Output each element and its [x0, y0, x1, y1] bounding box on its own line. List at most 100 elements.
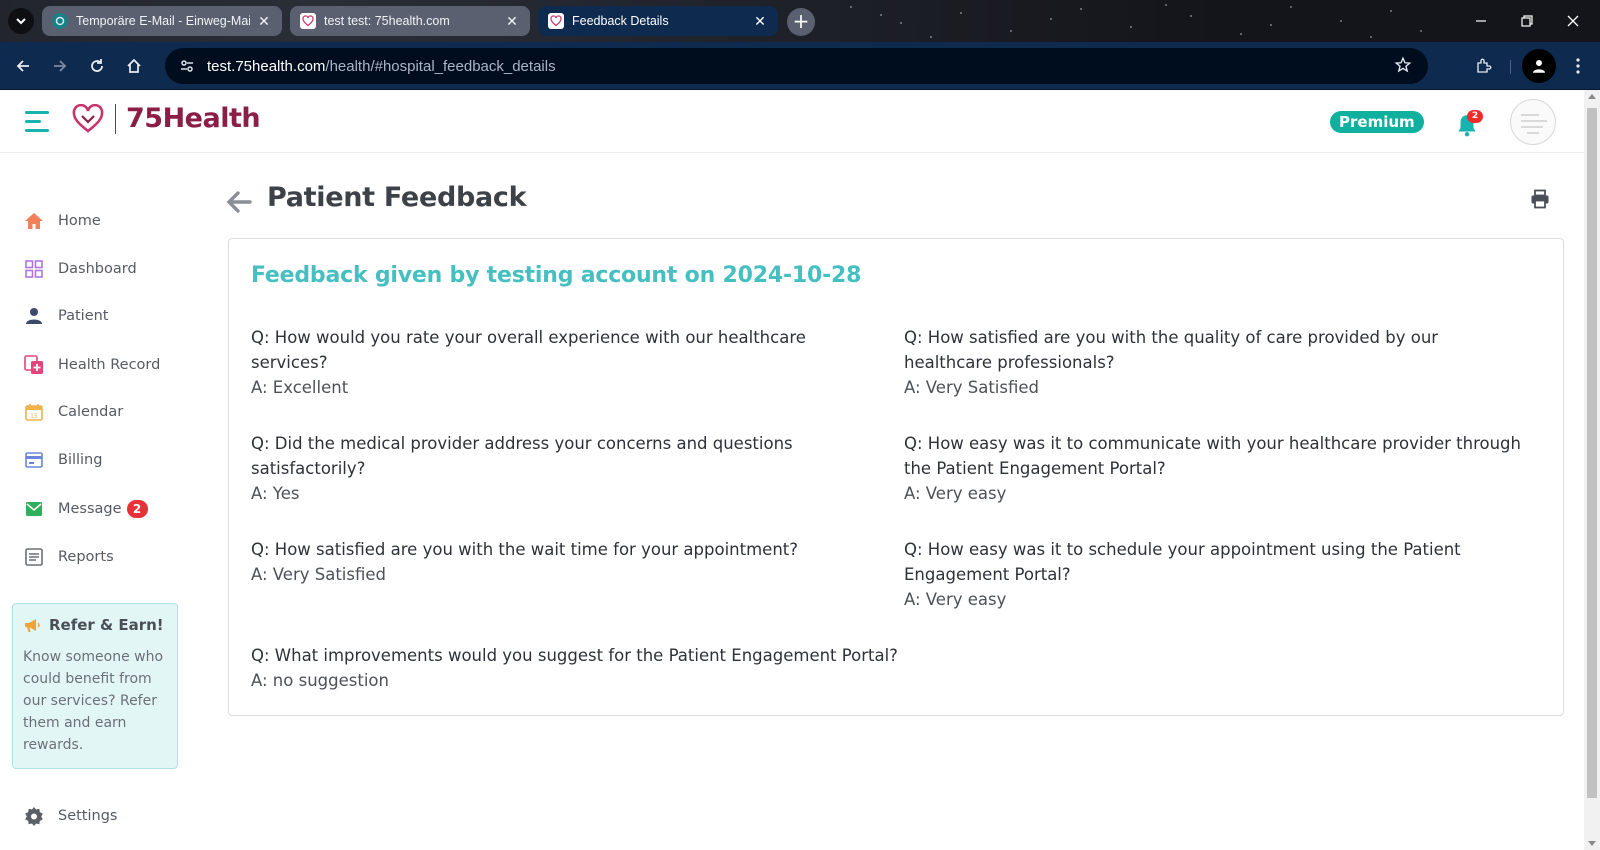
question-text: Q: How would you rate your overall exper…: [251, 328, 806, 372]
browser-tab-3[interactable]: Feedback Details ✕: [538, 6, 778, 36]
home-icon: [24, 211, 44, 231]
new-tab-button[interactable]: +: [787, 8, 815, 36]
close-window-button[interactable]: [1550, 0, 1596, 42]
brand-name: 75Health: [126, 103, 261, 134]
toolbar-separator: [1510, 60, 1511, 74]
kebab-menu-icon: [1576, 58, 1580, 74]
heart-logo-icon: [548, 13, 564, 29]
feedback-qa-item: Q: How satisfied are you with the qualit…: [904, 325, 1524, 400]
scroll-up-icon[interactable]: [1588, 94, 1596, 99]
refer-description: Know someone who could benefit from our …: [23, 649, 164, 753]
back-button[interactable]: [9, 52, 37, 80]
answer-text: A: Very easy: [904, 590, 1007, 609]
question-text: Q: How easy was it to communicate with y…: [904, 434, 1521, 478]
reports-icon: [24, 547, 44, 567]
sidebar-item-label: Patient: [58, 308, 109, 324]
gear-icon: [24, 806, 44, 826]
billing-icon: [24, 450, 44, 470]
feedback-qa-item: Q: How easy was it to schedule your appo…: [904, 537, 1524, 612]
scrollbar-thumb[interactable]: [1587, 108, 1597, 798]
sidebar-item-home[interactable]: Home: [24, 207, 101, 235]
sidebar-item-reports[interactable]: Reports: [24, 543, 114, 571]
minimize-icon: [1476, 20, 1486, 22]
sidebar-item-patient[interactable]: Patient: [24, 302, 109, 330]
tab-search-button[interactable]: [8, 8, 34, 34]
sidebar-item-label: Settings: [58, 808, 118, 824]
sidebar-item-label: Calendar: [58, 404, 124, 420]
sidebar-item-calendar[interactable]: 15 Calendar: [24, 398, 123, 426]
arrow-right-icon: [54, 60, 67, 72]
message-icon: [24, 499, 44, 519]
tempmail-icon: [52, 13, 68, 29]
feedback-qa-item: Q: How easy was it to communicate with y…: [904, 431, 1524, 506]
feedback-heading: Feedback given by testing account on 202…: [251, 263, 862, 288]
browser-toolbar: test.75health.com/health/#hospital_feedb…: [0, 42, 1600, 90]
answer-text: A: Very Satisfied: [904, 378, 1040, 397]
notification-count-badge: 2: [1467, 110, 1483, 123]
answer-text: A: Very easy: [904, 484, 1007, 503]
message-count-badge: 2: [126, 500, 148, 518]
sidebar-item-message[interactable]: Message 2: [24, 495, 148, 523]
refer-title: Refer & Earn!: [23, 616, 167, 634]
minimize-button[interactable]: [1458, 0, 1504, 42]
sidebar-item-label: Reports: [58, 549, 114, 565]
premium-badge[interactable]: Premium: [1330, 111, 1424, 133]
back-arrow-icon[interactable]: [226, 190, 254, 214]
calendar-icon: 15: [24, 402, 44, 422]
person-icon: [1533, 60, 1545, 73]
user-avatar[interactable]: [1510, 99, 1556, 145]
scroll-down-icon[interactable]: [1588, 841, 1596, 846]
answer-text: A: Excellent: [251, 378, 349, 397]
close-icon[interactable]: ✕: [256, 13, 272, 30]
sidebar-item-settings[interactable]: Settings: [24, 802, 117, 830]
browser-tab-2[interactable]: test test: 75health.com ✕: [290, 6, 530, 36]
chevron-down-icon: [16, 18, 26, 25]
question-text: Q: Did the medical provider address your…: [251, 434, 793, 478]
restore-button[interactable]: [1504, 0, 1550, 42]
close-icon[interactable]: ✕: [752, 13, 768, 30]
reload-icon: [91, 59, 103, 72]
hamburger-menu-icon[interactable]: [25, 110, 53, 134]
sidebar-item-label: Message: [58, 501, 122, 517]
sidebar-item-label: Billing: [58, 452, 103, 468]
feedback-qa-item: Q: How would you rate your overall exper…: [251, 325, 871, 400]
address-bar[interactable]: test.75health.com/health/#hospital_feedb…: [165, 48, 1428, 84]
svg-text:15: 15: [30, 413, 38, 420]
browser-tab-1[interactable]: Temporäre E-Mail - Einweg-Mail ✕: [42, 6, 282, 36]
question-text: Q: How easy was it to schedule your appo…: [904, 540, 1461, 584]
sidebar-item-label: Health Record: [58, 357, 161, 373]
refer-title-text: Refer & Earn!: [49, 616, 164, 634]
site-info-icon[interactable]: [177, 56, 197, 76]
restore-icon: [1521, 15, 1533, 27]
sidebar-item-label: Dashboard: [58, 261, 137, 277]
answer-text: A: Very Satisfied: [251, 565, 387, 584]
bookmark-star-icon[interactable]: [1394, 56, 1412, 78]
sidebar-item-health-record[interactable]: Health Record: [24, 351, 160, 379]
question-text: Q: How satisfied are you with the wait t…: [251, 540, 798, 559]
sidebar-item-dashboard[interactable]: Dashboard: [24, 255, 137, 283]
sidebar-item-label: Home: [58, 213, 101, 229]
forward-button[interactable]: [46, 52, 74, 80]
print-icon[interactable]: [1530, 189, 1550, 209]
feedback-card: Feedback given by testing account on 202…: [228, 238, 1564, 716]
tab-title: test test: 75health.com: [324, 14, 450, 28]
megaphone-icon: [25, 619, 40, 632]
page-scrollbar[interactable]: [1584, 90, 1600, 850]
home-icon: [127, 58, 141, 73]
extensions-icon[interactable]: [1470, 52, 1498, 80]
refer-earn-card[interactable]: Refer & Earn! Know someone who could ben…: [12, 603, 178, 769]
health-record-icon: [24, 355, 44, 375]
arrow-left-icon: [16, 60, 29, 72]
sidebar-item-billing[interactable]: Billing: [24, 446, 102, 474]
heart-logo-icon: [72, 103, 104, 133]
home-button[interactable]: [120, 52, 148, 80]
logo-divider: [115, 103, 116, 134]
close-icon[interactable]: ✕: [504, 13, 520, 30]
profile-button[interactable]: [1522, 49, 1556, 83]
answer-text: A: Yes: [251, 484, 300, 503]
browser-menu-button[interactable]: [1566, 52, 1590, 80]
reload-button[interactable]: [83, 52, 111, 80]
heart-logo-icon: [300, 13, 316, 29]
app-logo[interactable]: 75Health: [71, 103, 261, 134]
patient-icon: [24, 306, 44, 326]
